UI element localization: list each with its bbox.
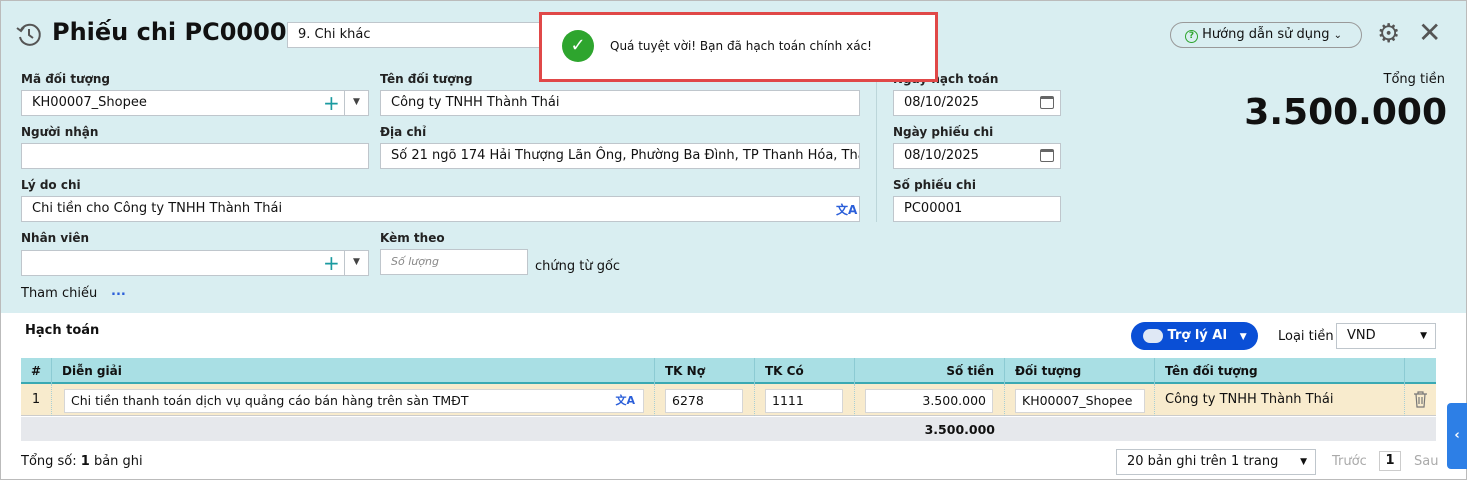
page-size-select[interactable]: 20 bản ghi trên 1 trang ▼: [1116, 449, 1316, 475]
page-title: Phiếu chi PC00001: [52, 18, 304, 46]
label-dia-chi: Địa chỉ: [380, 125, 427, 139]
ai-button-label: Trợ lý AI: [1167, 328, 1228, 343]
divider: [876, 72, 877, 222]
tham-chieu-more-button[interactable]: ...: [111, 284, 126, 299]
next-page-button[interactable]: Sau: [1414, 454, 1438, 469]
doi-tuong-input[interactable]: KH00007_Shopee: [1015, 389, 1145, 413]
col-tk-no: TK Nợ: [655, 358, 755, 384]
dia-chi-input[interactable]: Số 21 ngõ 174 Hải Thượng Lãn Ông, Phường…: [380, 143, 860, 169]
calendar-icon[interactable]: [1040, 149, 1054, 162]
tham-chieu-label: Tham chiếu: [21, 286, 98, 301]
label-ten-doi-tuong: Tên đối tượng: [380, 72, 473, 86]
col-doi-tuong: Đối tượng: [1005, 358, 1155, 384]
add-icon[interactable]: +: [323, 251, 340, 275]
dropdown-arrow-icon[interactable]: ▼: [344, 250, 368, 276]
section-title: Hạch toán: [25, 323, 100, 338]
robot-icon: [1143, 328, 1163, 343]
dropdown-arrow-icon[interactable]: ▼: [344, 90, 368, 116]
sum-amount: 3.500.000: [924, 422, 995, 437]
col-ten-doi-tuong: Tên đối tượng: [1155, 358, 1405, 384]
help-button[interactable]: ? Hướng dẫn sử dụng ⌄: [1170, 22, 1362, 48]
label-nhan-vien: Nhân viên: [21, 231, 90, 245]
col-so-tien: Số tiền: [855, 358, 1005, 384]
voucher-type-select[interactable]: 9. Chi khác: [287, 22, 547, 48]
record-count-value: 1: [80, 454, 90, 469]
translate-icon[interactable]: 文A: [615, 390, 635, 412]
label-ma-doi-tuong: Mã đối tượng: [21, 72, 110, 86]
nhan-vien-input[interactable]: [21, 250, 369, 276]
question-icon: ?: [1185, 30, 1198, 43]
row-index: 1: [21, 384, 52, 416]
ly-do-chi-input[interactable]: Chi tiền cho Công ty TNHH Thành Thái: [21, 196, 860, 222]
translate-icon[interactable]: 文A: [836, 201, 857, 218]
ngay-hach-toan-value: 08/10/2025: [904, 95, 979, 110]
nguoi-nhan-input[interactable]: [21, 143, 369, 169]
ngay-phieu-chi-value: 08/10/2025: [904, 148, 979, 163]
label-nguoi-nhan: Người nhận: [21, 125, 99, 139]
record-count: Tổng số: 1 bản ghi: [21, 454, 143, 469]
ma-doi-tuong-value: KH00007_Shopee: [32, 95, 147, 110]
kem-theo-suffix: chứng từ gốc: [535, 259, 621, 274]
col-tk-co: TK Có: [755, 358, 855, 384]
record-count-suffix: bản ghi: [93, 454, 143, 469]
label-kem-theo: Kèm theo: [380, 231, 445, 245]
ai-assistant-button[interactable]: Trợ lý AI ▼: [1131, 322, 1258, 350]
gear-icon[interactable]: ⚙: [1377, 20, 1400, 48]
current-page[interactable]: 1: [1379, 451, 1401, 471]
success-toast: ✓ Quá tuyệt vời! Bạn đã hạch toán chính …: [539, 12, 938, 82]
ngay-hach-toan-input[interactable]: 08/10/2025: [893, 90, 1061, 116]
calendar-icon[interactable]: [1040, 96, 1054, 109]
side-panel-toggle-chevron-icon[interactable]: ‹: [1447, 403, 1467, 469]
trash-icon[interactable]: [1413, 391, 1428, 408]
kem-theo-input[interactable]: Số lượng: [380, 249, 528, 275]
col-dien-giai: Diễn giải: [52, 358, 655, 384]
currency-value: VND: [1347, 328, 1376, 343]
tk-co-input[interactable]: 1111: [765, 389, 843, 413]
so-tien-input[interactable]: 3.500.000: [865, 389, 993, 413]
ten-doi-tuong-cell: Công ty TNHH Thành Thái: [1155, 384, 1405, 416]
page-size-value: 20 bản ghi trên 1 trang: [1127, 454, 1279, 469]
currency-select[interactable]: VND ▼: [1336, 323, 1436, 349]
check-icon: ✓: [562, 30, 594, 62]
add-icon[interactable]: +: [323, 91, 340, 115]
toast-message: Quá tuyệt vời! Bạn đã hạch toán chính xá…: [610, 39, 872, 53]
record-count-prefix: Tổng số:: [21, 454, 77, 469]
dien-giai-input[interactable]: Chi tiền thanh toán dịch vụ quảng cáo bá…: [64, 389, 644, 413]
close-icon[interactable]: ✕: [1418, 18, 1441, 48]
table-total-row: [21, 417, 1436, 441]
total-amount: 3.500.000: [1244, 92, 1447, 133]
label-so-phieu-chi: Số phiếu chi: [893, 178, 976, 192]
ten-doi-tuong-input[interactable]: Công ty TNHH Thành Thái: [380, 90, 860, 116]
ly-do-chi-value: Chi tiền cho Công ty TNHH Thành Thái: [32, 201, 283, 216]
history-icon[interactable]: [16, 22, 42, 48]
so-phieu-chi-input[interactable]: PC00001: [893, 196, 1061, 222]
dien-giai-value: Chi tiền thanh toán dịch vụ quảng cáo bá…: [71, 393, 469, 408]
ngay-phieu-chi-input[interactable]: 08/10/2025: [893, 143, 1061, 169]
col-index: #: [21, 358, 52, 384]
ma-doi-tuong-input[interactable]: KH00007_Shopee: [21, 90, 369, 116]
prev-page-button[interactable]: Trước: [1332, 454, 1367, 469]
label-ly-do-chi: Lý do chi: [21, 178, 81, 192]
help-label: Hướng dẫn sử dụng: [1202, 27, 1330, 42]
tk-no-input[interactable]: 6278: [665, 389, 743, 413]
currency-label: Loại tiền: [1278, 329, 1334, 344]
total-label: Tổng tiền: [1383, 72, 1445, 87]
label-ngay-phieu-chi: Ngày phiếu chi: [893, 125, 994, 139]
